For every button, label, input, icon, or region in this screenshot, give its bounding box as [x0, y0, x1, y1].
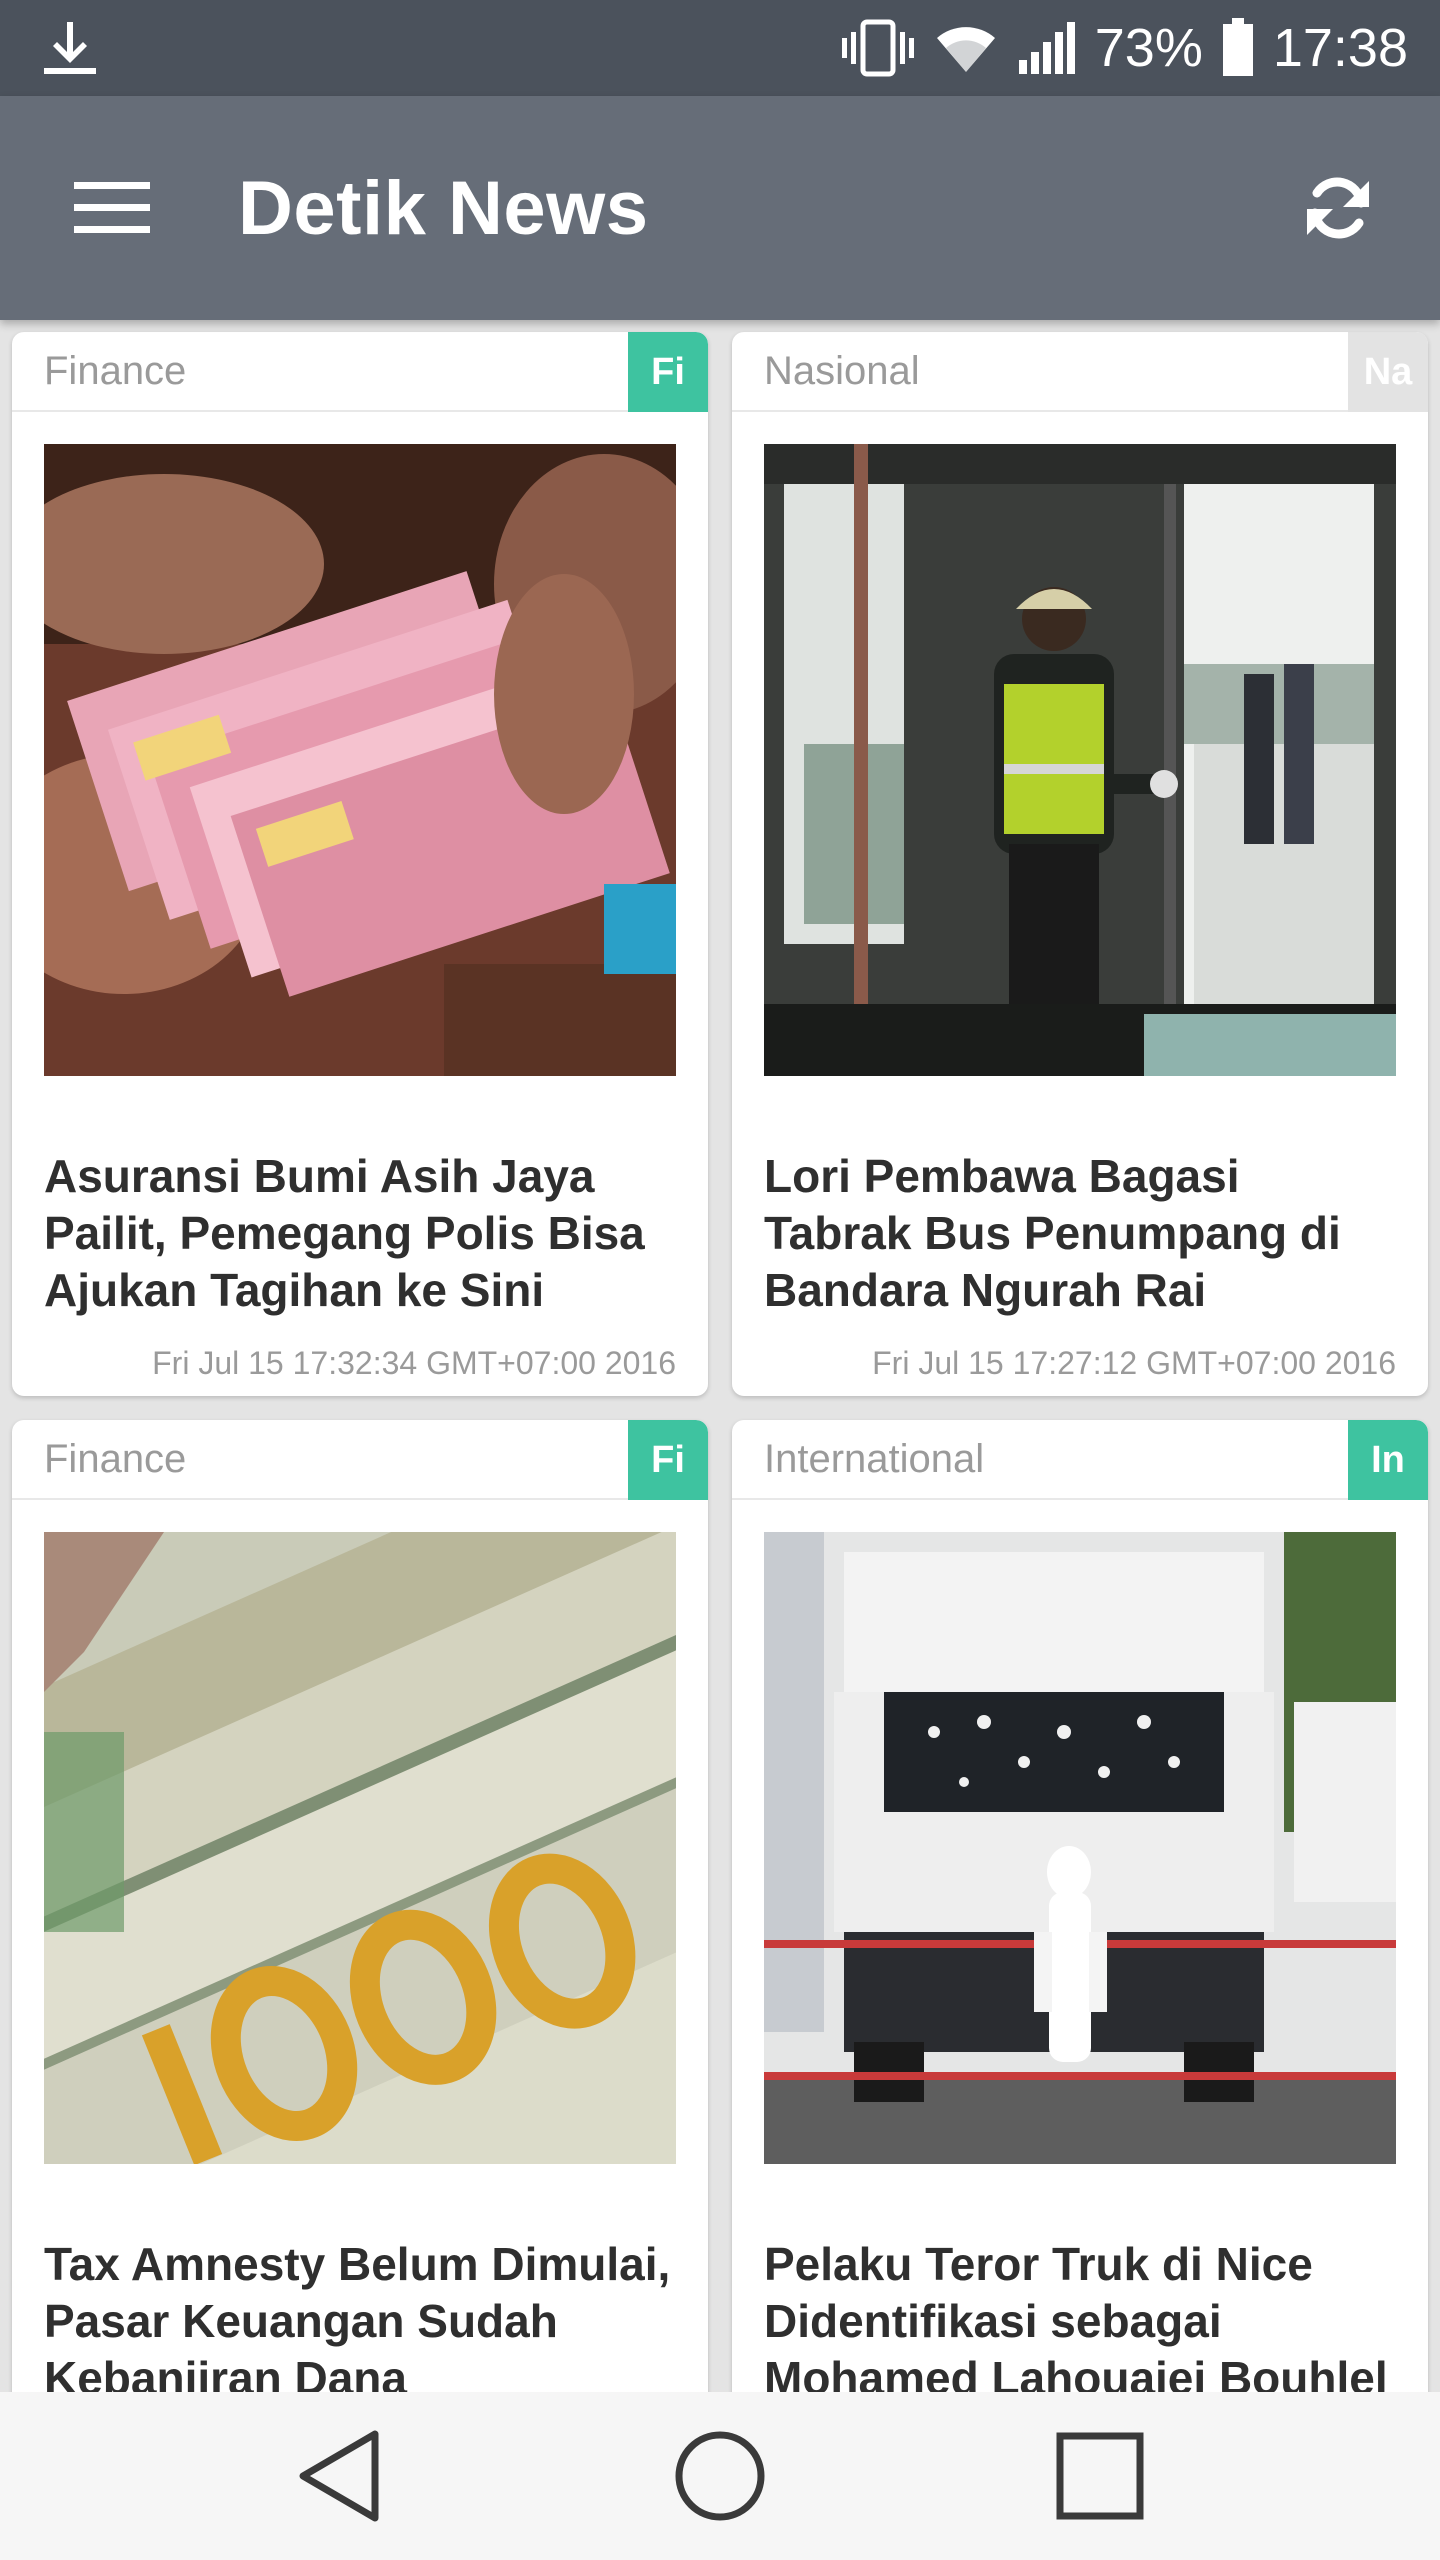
dollar-banknotes-photo [44, 1532, 676, 2164]
news-feed[interactable]: Finance Fi Asuransi Bumi Asih Jaya Paili… [0, 320, 1440, 2392]
app-toolbar: Detik News [0, 96, 1440, 320]
hamburger-menu-icon[interactable] [56, 152, 168, 264]
article-thumbnail[interactable] [764, 1532, 1396, 2164]
card-header: Finance Fi [12, 332, 708, 412]
article-date: Fri Jul 15 17:32:34 GMT+07:00 2016 [152, 1345, 676, 1381]
article-headline: Asuransi Bumi Asih Jaya Pailit, Pemegang… [44, 1150, 645, 1316]
category-badge: In [1348, 1420, 1428, 1500]
news-card[interactable]: International In Pelaku Teror Truk di Ni… [732, 1420, 1428, 2392]
battery-icon [1221, 18, 1255, 78]
category-label: Nasional [764, 348, 920, 393]
download-icon [40, 18, 100, 78]
article-headline: Lori Pembawa Bagasi Tabrak Bus Penumpang… [764, 1150, 1341, 1316]
article-headline: Pelaku Teror Truk di Nice Didentifikasi … [764, 2238, 1388, 2392]
recents-icon[interactable] [1010, 2416, 1190, 2536]
news-card[interactable]: Nasional Na Lori Pembawa Bagasi Tabrak B… [732, 332, 1428, 1396]
vibrate-icon [841, 18, 915, 78]
news-card[interactable]: Finance Fi [12, 1420, 708, 2392]
category-label: Finance [44, 1436, 187, 1481]
damaged-truck-photo [764, 1532, 1396, 2164]
page-title: Detik News [238, 165, 649, 251]
article-thumbnail[interactable] [764, 444, 1396, 1076]
signal-icon [1017, 20, 1077, 76]
card-header: Finance Fi [12, 1420, 708, 1500]
back-icon[interactable] [250, 2416, 430, 2536]
rupiah-banknotes-photo [44, 444, 676, 1076]
article-thumbnail[interactable] [44, 444, 676, 1076]
card-header: International In [732, 1420, 1428, 1500]
category-label: Finance [44, 348, 187, 393]
category-badge: Na [1348, 332, 1428, 412]
wifi-icon [933, 20, 999, 76]
battery-percent: 73% [1094, 18, 1203, 78]
airport-worker-photo [764, 444, 1396, 1076]
news-card[interactable]: Finance Fi [12, 332, 708, 1396]
card-header: Nasional Na [732, 332, 1428, 412]
article-date: Fri Jul 15 17:27:12 GMT+07:00 2016 [872, 1345, 1396, 1381]
status-bar: 73% 17:38 [0, 0, 1440, 96]
clock: 17:38 [1272, 18, 1408, 78]
article-thumbnail[interactable] [44, 1532, 676, 2164]
article-headline: Tax Amnesty Belum Dimulai, Pasar Keuanga… [44, 2238, 671, 2392]
system-navigation-bar [0, 2392, 1440, 2560]
category-label: International [764, 1436, 985, 1481]
home-icon[interactable] [630, 2416, 810, 2536]
category-badge: Fi [628, 332, 708, 412]
category-badge: Fi [628, 1420, 708, 1500]
refresh-icon[interactable] [1282, 152, 1394, 264]
